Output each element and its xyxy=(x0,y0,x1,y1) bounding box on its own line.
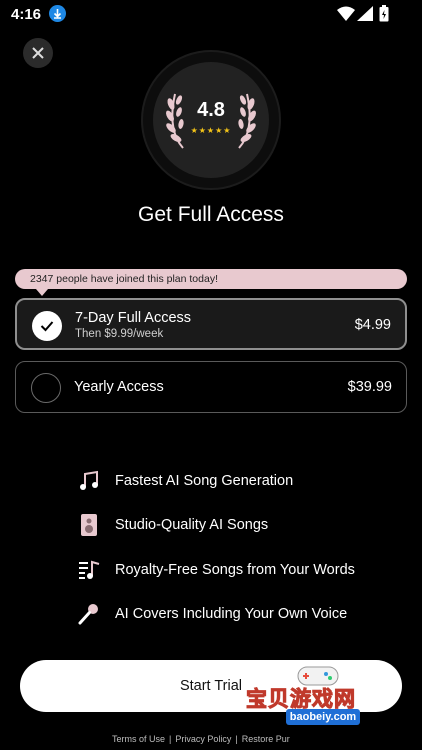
close-button[interactable] xyxy=(23,38,53,68)
plan-price: $39.99 xyxy=(347,379,392,395)
status-time: 4:16 xyxy=(11,6,42,23)
wifi-icon xyxy=(337,6,355,26)
watermark-logo: 宝贝游戏网 baobeiy.com xyxy=(246,663,396,743)
checkmark-icon xyxy=(40,321,54,332)
banner-pointer xyxy=(36,289,48,296)
plan-option-weekly[interactable]: 7-Day Full Access Then $9.99/week $4.99 xyxy=(15,298,407,350)
terms-link[interactable]: Terms of Use xyxy=(112,734,165,744)
social-proof-banner: 2347 people have joined this plan today! xyxy=(15,269,407,289)
plan-name: Yearly Access xyxy=(74,379,164,395)
feature-label: Royalty-Free Songs from Your Words xyxy=(115,562,355,578)
feature-label: Fastest AI Song Generation xyxy=(115,473,294,489)
feature-label: AI Covers Including Your Own Voice xyxy=(115,606,348,622)
close-icon xyxy=(32,47,44,59)
speaker-icon xyxy=(81,514,97,536)
plan-option-yearly[interactable]: Yearly Access $39.99 xyxy=(15,361,407,413)
status-bar: 4:16 xyxy=(0,0,422,28)
privacy-link[interactable]: Privacy Policy xyxy=(175,734,231,744)
microphone-icon xyxy=(78,604,98,625)
download-icon xyxy=(49,5,66,22)
watermark-url: baobeiy.com xyxy=(286,709,360,725)
plan-radio-unselected[interactable] xyxy=(31,373,61,403)
playlist-icon xyxy=(79,560,100,579)
signal-icon xyxy=(357,6,373,26)
music-note-icon xyxy=(80,470,98,490)
battery-icon xyxy=(379,5,389,27)
feature-label: Studio-Quality AI Songs xyxy=(115,517,269,533)
plan-subtitle: Then $9.99/week xyxy=(75,328,164,340)
plan-price: $4.99 xyxy=(354,317,391,333)
laurel-right-icon xyxy=(238,93,256,149)
page-title: Get Full Access xyxy=(138,203,284,226)
plan-name: 7-Day Full Access xyxy=(75,310,192,326)
rating-badge: 4.8 ★★★★★ xyxy=(141,50,281,190)
plan-radio-selected[interactable] xyxy=(32,311,62,341)
